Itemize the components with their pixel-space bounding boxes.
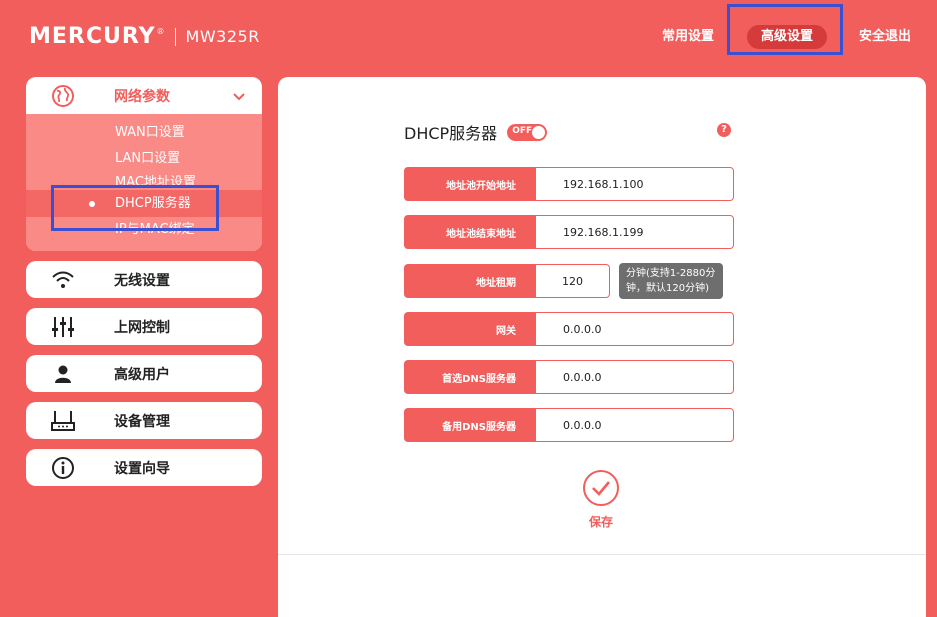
menu-label-network: 网络参数 bbox=[114, 88, 170, 105]
menu-item-advanced-user[interactable]: 高级用户 bbox=[26, 355, 262, 392]
field-row-lease: 地址租期 120 分钟(支持1-2880分 钟，默认120分钟) bbox=[404, 263, 723, 299]
toggle-knob bbox=[532, 125, 546, 139]
help-icon[interactable]: ? bbox=[717, 123, 731, 137]
menu-label-advanced-user: 高级用户 bbox=[114, 366, 170, 383]
field-label-start: 地址池开始地址 bbox=[404, 167, 536, 201]
toggle-label: OFF bbox=[512, 125, 533, 136]
field-label-end: 地址池结束地址 bbox=[404, 215, 536, 249]
lease-note-line-2: 钟，默认120分钟) bbox=[626, 283, 709, 294]
save-label[interactable]: 保存 bbox=[589, 513, 613, 530]
logo-divider bbox=[174, 27, 176, 46]
field-label-dns1: 首选DNS服务器 bbox=[404, 360, 536, 394]
menu-item-setup-wizard[interactable]: 设置向导 bbox=[26, 449, 262, 486]
nav-common-settings[interactable]: 常用设置 bbox=[662, 25, 714, 49]
lease-time-input[interactable]: 120 bbox=[536, 264, 610, 298]
brand-name: MERCURY bbox=[29, 24, 156, 49]
menu-label-device-management: 设备管理 bbox=[114, 413, 170, 430]
menu-label-access-control: 上网控制 bbox=[114, 319, 170, 336]
field-row-dns1: 首选DNS服务器 0.0.0.0 bbox=[404, 360, 734, 394]
field-row-start: 地址池开始地址 192.168.1.100 bbox=[404, 167, 734, 201]
logo: MERCURY ® MW325R bbox=[29, 24, 260, 49]
menu-item-access-control[interactable]: 上网控制 bbox=[26, 308, 262, 345]
lease-note-line-1: 分钟(支持1-2880分 bbox=[626, 268, 716, 279]
field-label-dns2: 备用DNS服务器 bbox=[404, 408, 536, 442]
menu-head-network[interactable]: 网络参数 bbox=[26, 77, 262, 114]
dhcp-toggle[interactable]: OFF bbox=[507, 123, 548, 141]
sidebar: 网络参数 WAN口设置 LAN口设置 MAC地址设置 DHCP服务器 IP与MA… bbox=[26, 77, 262, 486]
field-label-gateway: 网关 bbox=[404, 312, 536, 346]
page-title-text: DHCP服务器 bbox=[404, 124, 498, 143]
field-row-gateway: 网关 0.0.0.0 bbox=[404, 312, 734, 346]
submenu-item-lan[interactable]: LAN口设置 bbox=[26, 146, 262, 172]
field-label-lease: 地址租期 bbox=[404, 264, 536, 298]
menu-item-wireless[interactable]: 无线设置 bbox=[26, 261, 262, 298]
field-row-dns2: 备用DNS服务器 0.0.0.0 bbox=[404, 408, 734, 442]
router-icon bbox=[50, 408, 76, 434]
gateway-input[interactable]: 0.0.0.0 bbox=[536, 312, 734, 346]
user-icon bbox=[50, 361, 76, 387]
pool-end-input[interactable]: 192.168.1.199 bbox=[536, 215, 734, 249]
pool-start-input[interactable]: 192.168.1.100 bbox=[536, 167, 734, 201]
page-title: DHCP服务器 OFF bbox=[404, 120, 548, 144]
menu-label-wireless: 无线设置 bbox=[114, 272, 170, 289]
checkmark-icon bbox=[592, 481, 610, 496]
primary-dns-input[interactable]: 0.0.0.0 bbox=[536, 360, 734, 394]
menu-item-device-management[interactable]: 设备管理 bbox=[26, 402, 262, 439]
nav-logout[interactable]: 安全退出 bbox=[859, 25, 911, 49]
wifi-icon bbox=[50, 267, 76, 293]
highlight-box-advanced bbox=[727, 4, 843, 55]
main-panel: DHCP服务器 OFF ? 地址池开始地址 192.168.1.100 地址池结… bbox=[278, 77, 926, 617]
model-name: MW325R bbox=[185, 27, 260, 46]
sliders-icon bbox=[50, 314, 76, 340]
menu-label-setup-wizard: 设置向导 bbox=[114, 460, 170, 477]
secondary-dns-input[interactable]: 0.0.0.0 bbox=[536, 408, 734, 442]
field-row-end: 地址池结束地址 192.168.1.199 bbox=[404, 215, 734, 249]
save-button[interactable] bbox=[583, 470, 619, 506]
lease-time-note: 分钟(支持1-2880分 钟，默认120分钟) bbox=[619, 263, 723, 299]
panel-divider bbox=[278, 554, 926, 555]
info-icon bbox=[50, 455, 76, 481]
chevron-down-icon bbox=[232, 88, 246, 107]
highlight-box-dhcp bbox=[51, 185, 219, 231]
globe-icon bbox=[50, 83, 76, 109]
submenu-item-wan[interactable]: WAN口设置 bbox=[26, 120, 262, 146]
registered-mark: ® bbox=[156, 27, 165, 36]
